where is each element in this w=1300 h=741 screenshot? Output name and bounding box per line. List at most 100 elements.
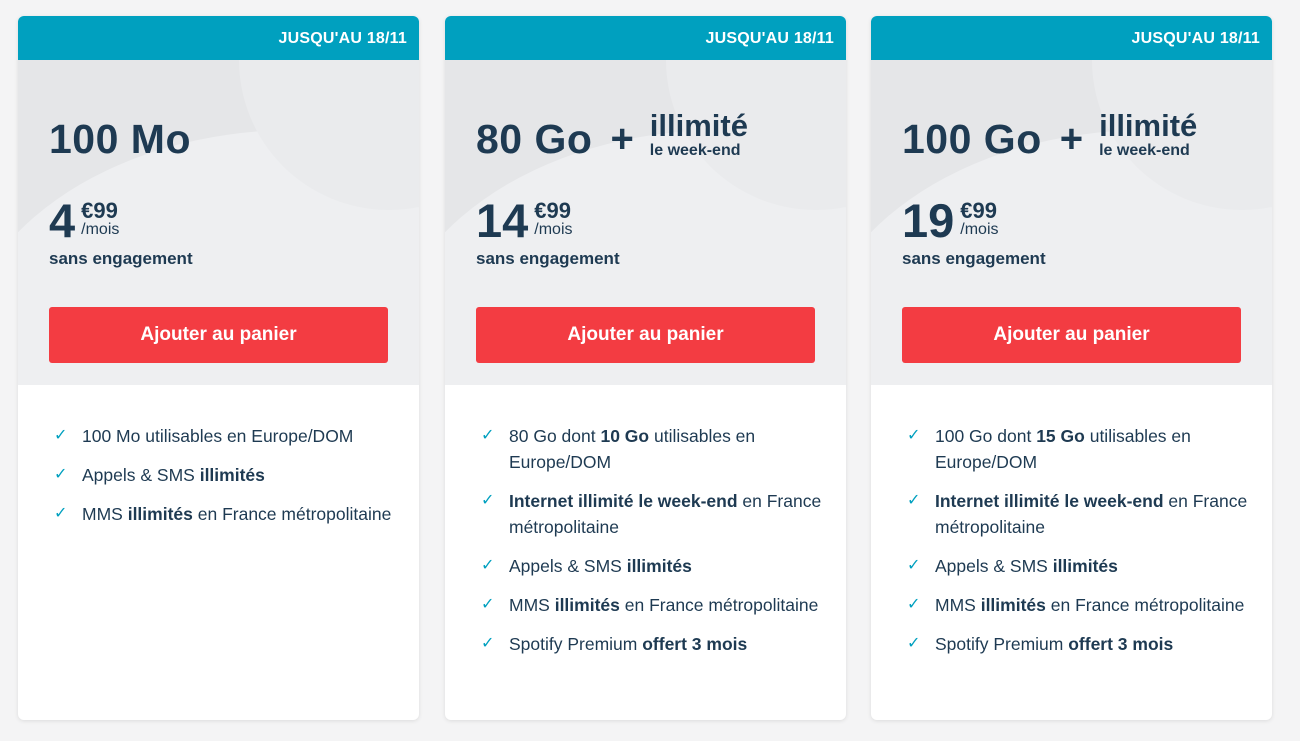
- check-icon: ✓: [481, 557, 495, 574]
- feature-item: ✓ MMS illimités en France métropolitaine: [907, 592, 1252, 618]
- feature-list: ✓ 100 Mo utilisables en Europe/DOM ✓ Appels…: [18, 385, 419, 527]
- feature-fragment: Appels & SMS: [509, 556, 627, 576]
- feature-text: MMS illimités en France métropolitaine: [82, 501, 391, 527]
- check-icon: ✓: [481, 635, 495, 652]
- offer-card: JUSQU'AU 18/11 80 Go + illimité le week-…: [445, 16, 846, 720]
- check-icon: ✓: [481, 492, 495, 509]
- data-allowance: 100 Mo: [49, 116, 191, 163]
- price-decimal: €99: [81, 198, 118, 223]
- feature-item: ✓ 100 Go dont 15 Go utilisables en Europe…: [907, 423, 1252, 475]
- data-amount: 80 Go: [476, 116, 593, 162]
- price-unit: /mois: [960, 221, 999, 238]
- offer-hero: 80 Go + illimité le week-end 14 €99 /moi…: [445, 60, 846, 385]
- data-amount: 100 Mo: [49, 116, 191, 162]
- feature-fragment: 80 Go dont: [509, 426, 601, 446]
- data-allowance: 100 Go + illimité le week-end: [902, 110, 1197, 163]
- feature-text: MMS illimités en France métropolitaine: [935, 592, 1244, 618]
- plus-sign: +: [610, 117, 634, 161]
- feature-text: Appels & SMS illimités: [509, 553, 692, 579]
- check-icon: ✓: [907, 427, 921, 444]
- price-integer: 14: [476, 194, 529, 247]
- bonus-sub: le week-end: [1099, 142, 1190, 159]
- price-unit: /mois: [81, 221, 120, 238]
- bonus-main: illimité: [649, 108, 748, 143]
- feature-list: ✓ 100 Go dont 15 Go utilisables en Europe…: [871, 385, 1272, 657]
- check-icon: ✓: [907, 492, 921, 509]
- plus-sign: +: [1059, 117, 1084, 161]
- feature-highlight: illimités: [199, 465, 265, 485]
- feature-highlight: Internet illimité le week-end: [935, 491, 1164, 511]
- feature-item: ✓ 80 Go dont 10 Go utilisables en Europe/…: [481, 423, 826, 475]
- bonus-sub: le week-end: [649, 142, 741, 159]
- offer-hero: 100 Go + illimité le week-end 19 €99 /mo…: [871, 60, 1272, 385]
- feature-item: ✓ Spotify Premium offert 3 mois: [481, 631, 826, 657]
- add-to-cart-button[interactable]: Ajouter au panier: [476, 307, 815, 363]
- offer-card: JUSQU'AU 18/11 100 Mo 4 €99 /mois sans e…: [18, 16, 419, 720]
- feature-fragment: en France métropolitaine: [619, 595, 819, 615]
- feature-text: MMS illimités en France métropolitaine: [509, 592, 818, 618]
- check-icon: ✓: [54, 505, 68, 522]
- price-decimal: €99: [960, 198, 997, 223]
- feature-text: Spotify Premium offert 3 mois: [509, 631, 747, 657]
- feature-text: Internet illimité le week-end en France …: [509, 488, 826, 540]
- feature-item: ✓ Spotify Premium offert 3 mois: [907, 631, 1252, 657]
- feature-fragment: Spotify Premium: [935, 634, 1069, 654]
- feature-fragment: MMS: [509, 595, 555, 615]
- feature-highlight: 15 Go: [1036, 426, 1085, 446]
- commitment-label: sans engagement: [49, 249, 193, 268]
- feature-highlight: illimités: [626, 556, 692, 576]
- feature-highlight: offert 3 mois: [642, 634, 748, 654]
- add-to-cart-button[interactable]: Ajouter au panier: [49, 307, 388, 363]
- data-amount: 100 Go: [902, 116, 1042, 162]
- offer-hero: 100 Mo 4 €99 /mois sans engagement Ajout…: [18, 60, 419, 385]
- feature-highlight: illimités: [127, 504, 193, 524]
- promo-badge: JUSQU'AU 18/11: [871, 16, 1272, 60]
- bonus-main: illimité: [1099, 108, 1198, 143]
- check-icon: ✓: [907, 557, 921, 574]
- feature-highlight: illimités: [980, 595, 1046, 615]
- feature-highlight: illimités: [554, 595, 620, 615]
- price: 4 €99 /mois: [49, 197, 119, 244]
- feature-fragment: Spotify Premium: [509, 634, 643, 654]
- feature-fragment: Appels & SMS: [82, 465, 200, 485]
- feature-fragment: 100 Mo utilisables en Europe/DOM: [82, 426, 354, 446]
- commitment-label: sans engagement: [902, 249, 1046, 268]
- feature-text: Appels & SMS illimités: [82, 462, 265, 488]
- feature-fragment: 100 Go dont: [935, 426, 1037, 446]
- check-icon: ✓: [54, 466, 68, 483]
- price: 14 €99 /mois: [476, 197, 573, 244]
- feature-item: ✓ Appels & SMS illimités: [54, 462, 399, 488]
- feature-highlight: 10 Go: [600, 426, 650, 446]
- feature-list: ✓ 80 Go dont 10 Go utilisables en Europe/…: [445, 385, 846, 657]
- feature-highlight: offert 3 mois: [1068, 634, 1174, 654]
- feature-item: ✓ MMS illimités en France métropolitaine: [481, 592, 826, 618]
- feature-item: ✓ Internet illimité le week-end en France…: [907, 488, 1252, 540]
- feature-item: ✓ 100 Mo utilisables en Europe/DOM: [54, 423, 399, 449]
- bonus-allowance: illimité le week-end: [650, 110, 748, 159]
- feature-item: ✓ Appels & SMS illimités: [907, 553, 1252, 579]
- promo-badge: JUSQU'AU 18/11: [445, 16, 846, 60]
- feature-text: 80 Go dont 10 Go utilisables en Europe/D…: [509, 423, 826, 475]
- check-icon: ✓: [481, 427, 495, 444]
- add-to-cart-button[interactable]: Ajouter au panier: [902, 307, 1241, 363]
- feature-item: ✓ MMS illimités en France métropolitaine: [54, 501, 399, 527]
- price-decimal: €99: [534, 198, 571, 223]
- promo-badge: JUSQU'AU 18/11: [18, 16, 419, 60]
- price-integer: 4: [49, 194, 76, 247]
- feature-text: Appels & SMS illimités: [935, 553, 1118, 579]
- check-icon: ✓: [907, 635, 921, 652]
- feature-highlight: illimités: [1052, 556, 1118, 576]
- feature-item: ✓ Appels & SMS illimités: [481, 553, 826, 579]
- feature-text: Internet illimité le week-end en France …: [935, 488, 1252, 540]
- feature-text: 100 Go dont 15 Go utilisables en Europe/…: [935, 423, 1252, 475]
- feature-fragment: en France métropolitaine: [192, 504, 392, 524]
- check-icon: ✓: [481, 596, 495, 613]
- price-unit: /mois: [534, 221, 573, 238]
- feature-item: ✓ Internet illimité le week-end en France…: [481, 488, 826, 540]
- feature-fragment: MMS: [935, 595, 981, 615]
- price: 19 €99 /mois: [902, 197, 999, 244]
- feature-highlight: Internet illimité le week-end: [509, 491, 738, 511]
- price-integer: 19: [902, 194, 955, 247]
- feature-fragment: en France métropolitaine: [1045, 595, 1245, 615]
- check-icon: ✓: [907, 596, 921, 613]
